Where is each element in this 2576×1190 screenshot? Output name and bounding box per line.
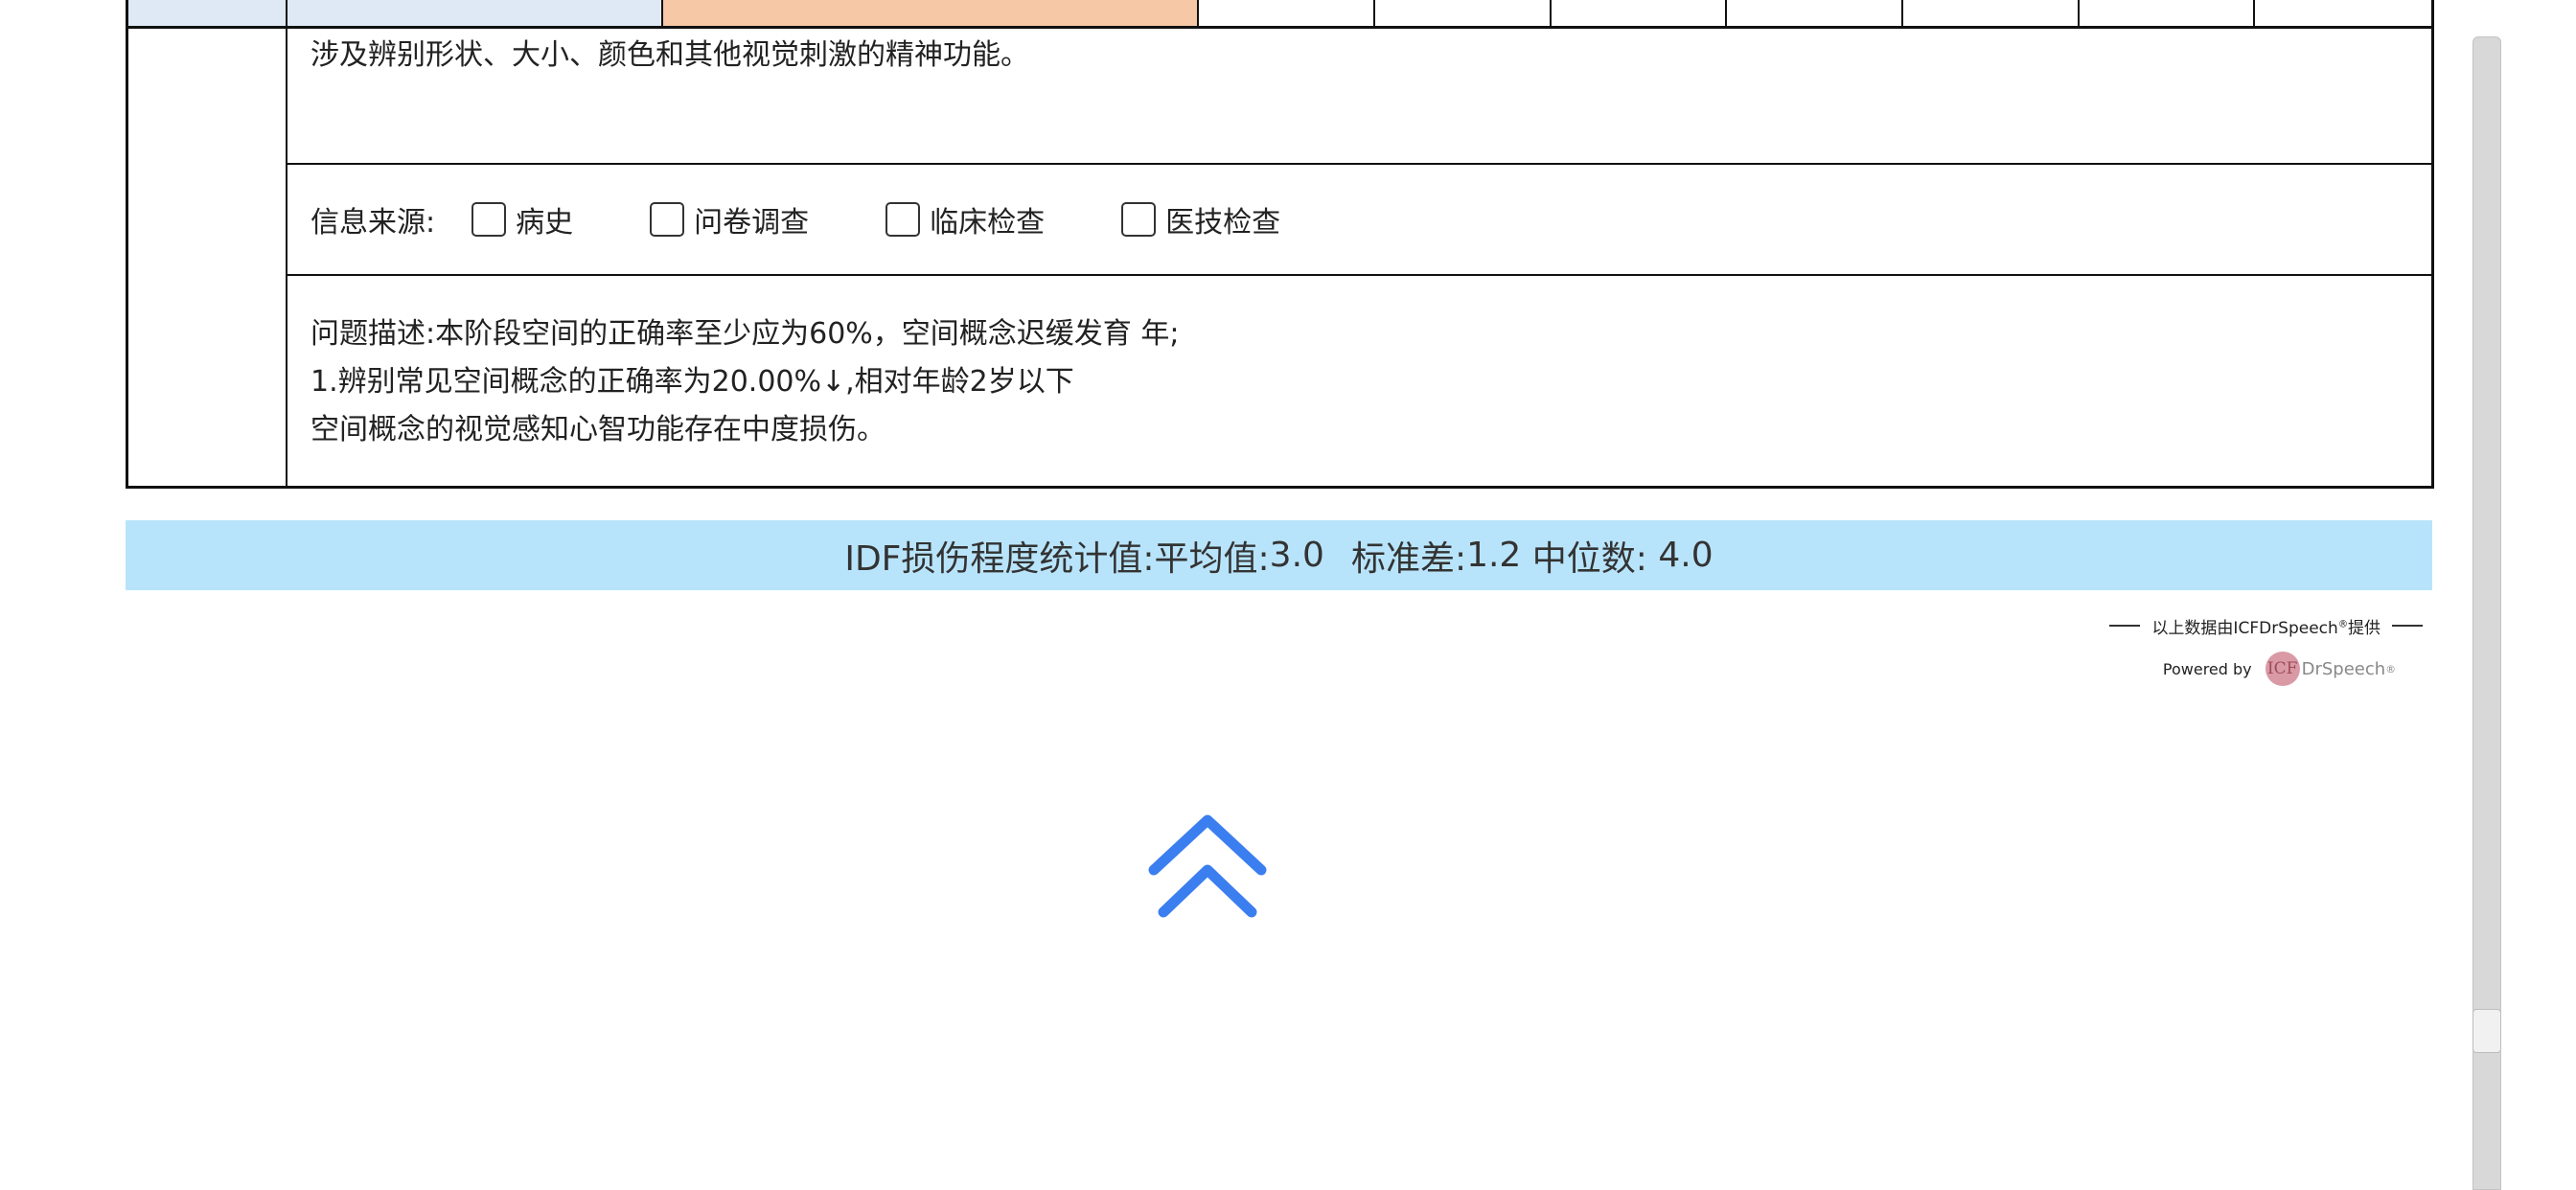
- data-credit: 以上数据由ICFDrSpeech®提供 Powered by ICF DrSpe…: [2098, 613, 2434, 686]
- report-page: 涉及辨别形状、大小、颜色和其他视觉刺激的精神功能。 信息来源: 病史 问卷调查 …: [0, 0, 2576, 1190]
- assessment-table: 涉及辨别形状、大小、颜色和其他视觉刺激的精神功能。 信息来源: 病史 问卷调查 …: [126, 26, 2434, 489]
- problem-line: 1.辨别常见空间概念的正确率为20.00%↓,相对年龄2岁以下: [310, 365, 1074, 399]
- header-cell-score: [663, 0, 1200, 27]
- header-cell-3: [1727, 0, 1903, 27]
- header-cell-6: [2255, 0, 2431, 27]
- logo-text: DrSpeech: [2301, 658, 2386, 679]
- header-cell-0: [1199, 0, 1375, 27]
- mean-label: 平均值:: [1154, 538, 1270, 579]
- table-left-column: [128, 29, 288, 486]
- checkbox[interactable]: [472, 202, 507, 237]
- header-cell-2: [1551, 0, 1728, 27]
- checkbox[interactable]: [886, 202, 921, 237]
- source-option-clinical-exam[interactable]: 临床检查: [886, 198, 1045, 240]
- header-cell-name: [287, 0, 664, 27]
- source-option-label: 病史: [516, 206, 574, 240]
- info-source-row: 信息来源: 病史 问卷调查 临床检查 医技检查: [288, 165, 2431, 276]
- stats-label: IDF损伤程度统计值:: [844, 538, 1155, 579]
- table-right-column: 涉及辨别形状、大小、颜色和其他视觉刺激的精神功能。 信息来源: 病史 问卷调查 …: [288, 29, 2431, 486]
- sd-label: 标准差:: [1350, 538, 1467, 579]
- provided-by-line: 以上数据由ICFDrSpeech®提供: [2098, 613, 2434, 638]
- median-value: 4.0: [1658, 536, 1714, 575]
- provided-by-text: 以上数据由ICFDrSpeech®提供: [2151, 618, 2380, 638]
- source-option-history[interactable]: 病史: [472, 198, 573, 240]
- idf-stats-banner: IDF损伤程度统计值: 平均值: 3.0 标准差: 1.2 中位数: 4.0: [126, 520, 2432, 590]
- info-source-label: 信息来源:: [310, 206, 436, 240]
- problem-line: 空间概念的视觉感知心智功能存在中度损伤。: [310, 413, 886, 446]
- divider: [2109, 625, 2141, 627]
- header-cell-5: [2079, 0, 2256, 27]
- source-option-label: 临床检查: [930, 206, 1046, 240]
- back-to-top-button[interactable]: [1140, 814, 1275, 920]
- source-option-label: 问卷调查: [694, 206, 810, 240]
- function-description: 涉及辨别形状、大小、颜色和其他视觉刺激的精神功能。: [288, 29, 2431, 165]
- header-cell-label: [128, 0, 288, 27]
- problem-line: 问题描述:本阶段空间的正确率至少应为60%，空间概念迟缓发育 年;: [310, 317, 1180, 351]
- double-chevron-up-icon: [1148, 814, 1267, 918]
- header-cell-1: [1374, 0, 1552, 27]
- source-option-label: 医技检查: [1165, 206, 1281, 240]
- vertical-scrollbar-thumb[interactable]: [2472, 1009, 2501, 1053]
- checkbox[interactable]: [1121, 202, 1157, 237]
- powered-by-line: Powered by ICF DrSpeech ®: [2098, 652, 2396, 686]
- checkbox[interactable]: [650, 202, 685, 237]
- drspeech-logo: ICF DrSpeech ®: [2265, 652, 2396, 686]
- powered-by-text: Powered by: [2162, 659, 2252, 678]
- header-cell-4: [1902, 0, 2080, 27]
- source-option-medical-tech[interactable]: 医技检查: [1121, 198, 1280, 240]
- divider: [2392, 625, 2423, 627]
- source-option-questionnaire[interactable]: 问卷调查: [650, 198, 809, 240]
- icf-logo-icon: ICF: [2265, 652, 2300, 686]
- mean-value: 3.0: [1269, 536, 1324, 575]
- problem-description: 问题描述:本阶段空间的正确率至少应为60%，空间概念迟缓发育 年; 1.辨别常见…: [288, 276, 2431, 486]
- median-label: 中位数:: [1531, 538, 1647, 579]
- table-header-row-partial: [126, 0, 2434, 27]
- sd-value: 1.2: [1466, 536, 1522, 575]
